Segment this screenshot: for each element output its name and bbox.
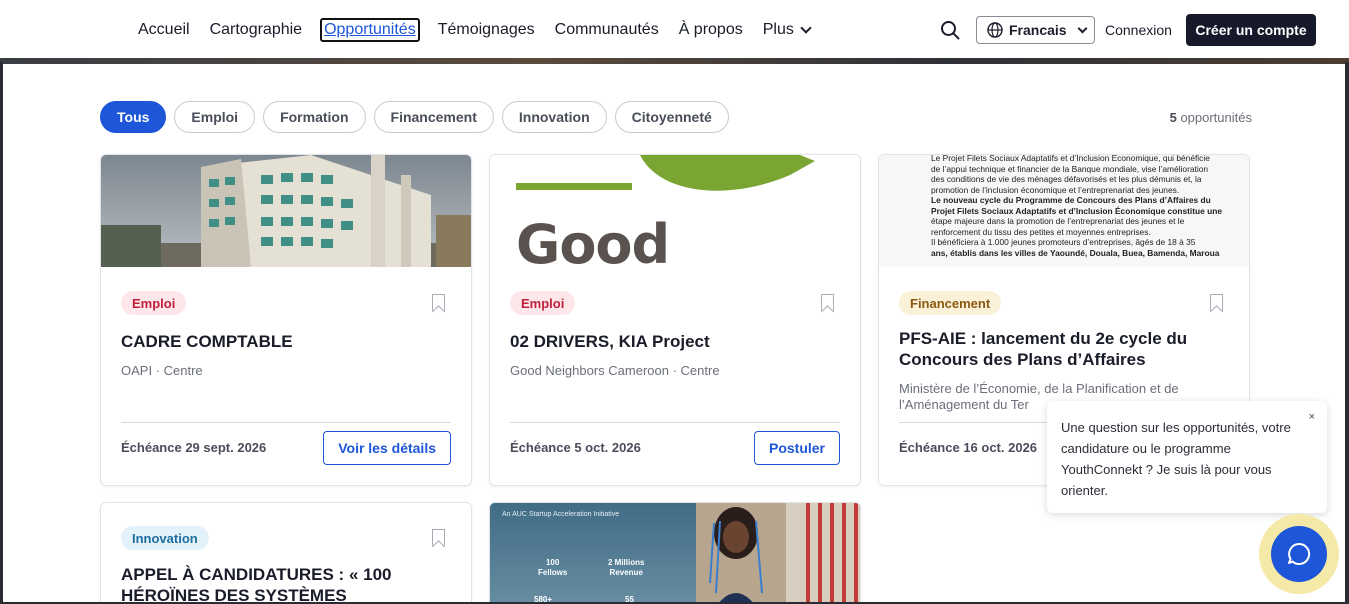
- card-title[interactable]: 02 DRIVERS, KIA Project: [510, 331, 840, 352]
- image-caption: An AUC Startup Acceleration Initiative: [502, 511, 620, 518]
- nav-cartographie[interactable]: Cartographie: [208, 19, 305, 41]
- chevron-down-icon: [1077, 23, 1088, 33]
- filter-emploi[interactable]: Emploi: [174, 101, 256, 133]
- document-text: Le Projet Filets Sociaux Adaptatifs et d…: [931, 155, 1222, 258]
- card-image: An AUC Startup Acceleration Initiative 1…: [490, 503, 860, 604]
- card-deadline: Échéance 5 oct. 2026: [510, 440, 641, 455]
- chevron-down-icon: [800, 22, 812, 34]
- nav-a-propos[interactable]: À propos: [677, 19, 745, 41]
- chat-bubble: × Une question sur les opportunités, vot…: [1047, 401, 1327, 513]
- viewport-border: [0, 62, 3, 604]
- logo-shape: [640, 155, 815, 191]
- category-filters: Tous Emploi Formation Financement Innova…: [100, 101, 729, 133]
- search-icon[interactable]: [940, 20, 960, 40]
- category-badge: Emploi: [121, 291, 187, 315]
- nav-temoignages[interactable]: Témoignages: [436, 19, 537, 41]
- language-label: Francais: [1009, 22, 1067, 38]
- nav-accueil[interactable]: Accueil: [136, 19, 192, 41]
- filter-innovation[interactable]: Innovation: [501, 101, 607, 133]
- filter-citoyennete[interactable]: Citoyenneté: [614, 101, 729, 133]
- main-nav: Accueil Cartographie Opportunités Témoig…: [136, 18, 812, 42]
- filter-formation[interactable]: Formation: [263, 101, 366, 133]
- nav-communautes[interactable]: Communautés: [553, 19, 661, 41]
- view-details-button[interactable]: Voir les détails: [323, 431, 451, 465]
- close-icon[interactable]: ×: [1309, 407, 1315, 428]
- card-image: Le Projet Filets Sociaux Adaptatifs et d…: [879, 155, 1249, 267]
- nav-more-button[interactable]: Plus: [761, 19, 812, 41]
- opportunity-card[interactable]: Emploi CADRE COMPTABLE OAPI · Centre Éch…: [100, 154, 472, 486]
- results-count-number: 5: [1169, 110, 1177, 125]
- nav-more-label: Plus: [762, 21, 794, 38]
- language-select[interactable]: Francais: [976, 16, 1095, 44]
- bookmark-icon[interactable]: [1210, 294, 1223, 311]
- chat-button[interactable]: [1271, 526, 1327, 582]
- category-badge: Innovation: [121, 526, 209, 550]
- card-organization: OAPI · Centre: [121, 363, 203, 378]
- opportunity-card[interactable]: Good Emploi 02 DRIVERS, KIA Project Good…: [489, 154, 861, 486]
- category-badge: Emploi: [510, 291, 576, 315]
- signup-button[interactable]: Créer un compte: [1186, 14, 1316, 46]
- viewport-border: [1345, 62, 1349, 604]
- bookmark-icon[interactable]: [432, 529, 445, 546]
- stat-label: Revenue: [609, 568, 643, 577]
- card-divider: [510, 422, 840, 423]
- results-count: 5 opportunités: [1170, 110, 1252, 125]
- nav-opportunites[interactable]: Opportunités: [320, 18, 420, 42]
- bookmark-icon[interactable]: [821, 294, 834, 311]
- card-title[interactable]: CADRE COMPTABLE: [121, 331, 451, 352]
- category-badge: Financement: [899, 291, 1002, 315]
- filter-financement[interactable]: Financement: [373, 101, 494, 133]
- stat-label: Fellows: [538, 568, 568, 577]
- hero-image-strip: [0, 58, 1349, 64]
- opportunity-card[interactable]: An AUC Startup Acceleration Initiative 1…: [489, 502, 861, 604]
- site-header: Accueil Cartographie Opportunités Témoig…: [0, 0, 1349, 62]
- chat-message: Une question sur les opportunités, votre…: [1061, 420, 1291, 498]
- chat-icon: [1288, 542, 1311, 565]
- card-image: [101, 155, 471, 267]
- logo-text: Good: [516, 213, 670, 267]
- opportunity-card[interactable]: Innovation APPEL À CANDIDATURES : « 100 …: [100, 502, 472, 604]
- login-link[interactable]: Connexion: [1105, 22, 1172, 38]
- card-deadline: Échéance 16 oct. 2026: [899, 440, 1038, 455]
- globe-icon: [987, 22, 1003, 38]
- filter-tous[interactable]: Tous: [100, 101, 167, 133]
- card-title[interactable]: APPEL À CANDIDATURES : « 100 HÉROÏNES DE…: [121, 564, 451, 604]
- photo-people: [696, 503, 860, 604]
- stat-value: 2 Millions: [608, 558, 645, 567]
- card-title[interactable]: PFS-AIE : lancement du 2e cycle du Conco…: [899, 328, 1229, 370]
- card-deadline: Échéance 29 sept. 2026: [121, 440, 267, 455]
- stat-value: 100: [545, 558, 560, 567]
- card-image: Good: [490, 155, 860, 267]
- results-count-label: opportunités: [1180, 110, 1252, 125]
- card-divider: [121, 422, 451, 423]
- logo-bar: [516, 183, 632, 190]
- apply-button[interactable]: Postuler: [753, 431, 840, 465]
- card-organization: Good Neighbors Cameroon · Centre: [510, 363, 720, 378]
- bookmark-icon[interactable]: [432, 294, 445, 311]
